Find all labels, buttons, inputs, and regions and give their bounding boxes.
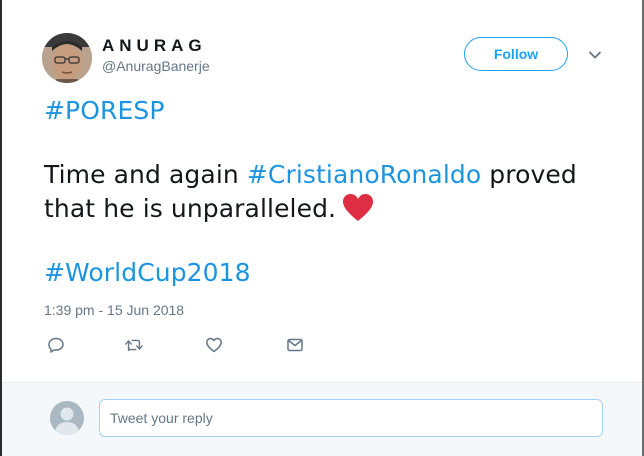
author-avatar[interactable] (42, 33, 92, 83)
follow-button[interactable]: Follow (464, 37, 568, 71)
direct-message-icon[interactable] (285, 335, 305, 355)
tweet-embed-window: ANURAG @AnuragBanerje Follow #PORESP Tim… (0, 0, 644, 456)
red-heart-emoji-icon (342, 193, 374, 223)
author-handle[interactable]: @AnuragBanerje (102, 58, 210, 74)
tweet-text: #PORESP Time and again #CristianoRonaldo… (44, 94, 624, 290)
current-user-avatar (50, 401, 84, 435)
retweet-icon[interactable] (124, 335, 144, 355)
default-user-icon (50, 401, 84, 435)
tweet-card: ANURAG @AnuragBanerje Follow #PORESP Tim… (2, 0, 642, 382)
tweet-text-segment: Time and again (44, 160, 247, 189)
author-avatar-image (42, 33, 92, 83)
hashtag-link[interactable]: #WorldCup2018 (44, 258, 251, 287)
hashtag-link[interactable]: #CristianoRonaldo (247, 160, 481, 189)
chevron-down-icon[interactable] (586, 46, 604, 64)
hashtag-link[interactable]: #PORESP (44, 96, 165, 125)
reply-icon[interactable] (46, 335, 66, 355)
tweet-text-segment: that he is unparalleled. (44, 194, 337, 223)
tweet-text-segment: proved (481, 160, 577, 189)
reply-bar (2, 382, 642, 456)
reply-input[interactable] (99, 399, 603, 437)
author-display-name[interactable]: ANURAG (102, 36, 207, 56)
tweet-timestamp[interactable]: 1:39 pm - 15 Jun 2018 (44, 302, 184, 318)
like-icon[interactable] (204, 335, 224, 355)
